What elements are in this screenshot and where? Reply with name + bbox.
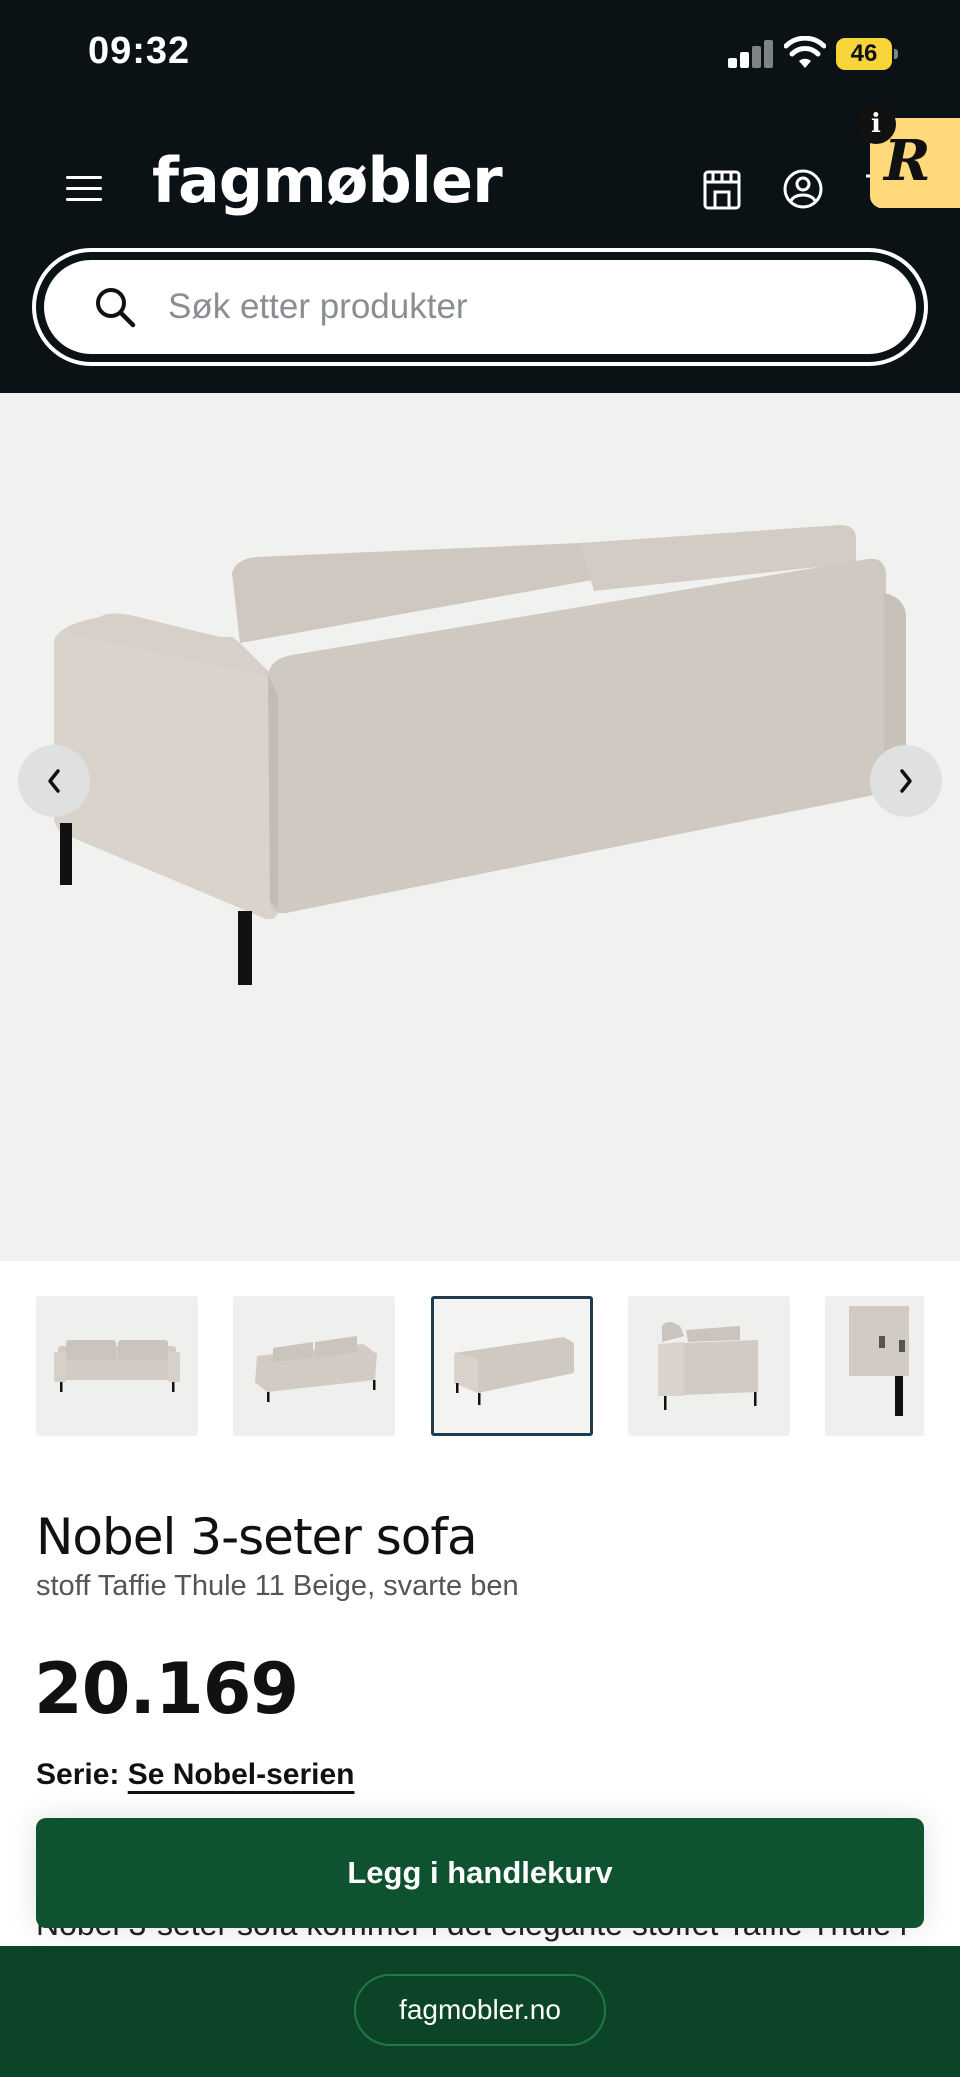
status-time: 09:32 — [88, 30, 191, 72]
thumbnail-detail[interactable] — [825, 1296, 924, 1436]
account-icon[interactable] — [782, 168, 824, 210]
chevron-right-icon — [900, 769, 912, 793]
thumbnail-strip — [0, 1296, 924, 1438]
next-image-button[interactable] — [870, 745, 942, 817]
product-price: 20.169 — [34, 1648, 299, 1730]
chevron-left-icon — [48, 769, 60, 793]
thumbnail-angle[interactable] — [233, 1296, 395, 1436]
search-bar — [32, 248, 928, 366]
cellular-signal-icon — [728, 40, 774, 68]
add-to-cart-button[interactable]: Legg i handlekurv — [36, 1818, 924, 1928]
browser-bottom-bar: fagmobler.no — [0, 1946, 960, 2077]
product-title: Nobel 3-seter sofa — [36, 1508, 478, 1566]
info-icon[interactable]: i — [856, 104, 896, 144]
search-icon[interactable] — [92, 284, 138, 330]
thumbnail-front[interactable] — [36, 1296, 198, 1436]
series-link[interactable]: Se Nobel-serien — [128, 1758, 355, 1791]
product-subtitle: stoff Taffie Thule 11 Beige, svarte ben — [36, 1570, 519, 1602]
sofa-image — [54, 525, 906, 985]
review-badge-letter: R — [884, 128, 931, 194]
store-icon[interactable] — [700, 168, 744, 212]
site-logo[interactable]: fagmøbler — [152, 144, 503, 217]
search-input[interactable] — [168, 270, 848, 344]
battery-icon: 46 — [836, 38, 898, 70]
browser-url[interactable]: fagmobler.no — [354, 1974, 606, 2046]
product-image-carousel[interactable] — [0, 393, 960, 1261]
menu-icon[interactable] — [66, 174, 104, 204]
battery-level: 46 — [836, 38, 892, 70]
thumbnail-side[interactable] — [628, 1296, 790, 1436]
wifi-icon — [784, 36, 826, 68]
thumbnail-back[interactable] — [431, 1296, 593, 1436]
series-label: Serie: — [36, 1758, 120, 1791]
previous-image-button[interactable] — [18, 745, 90, 817]
series-info: Serie: Se Nobel-serien — [36, 1758, 354, 1792]
site-header: 09:32 46 fagmøbler R i — [0, 0, 960, 393]
